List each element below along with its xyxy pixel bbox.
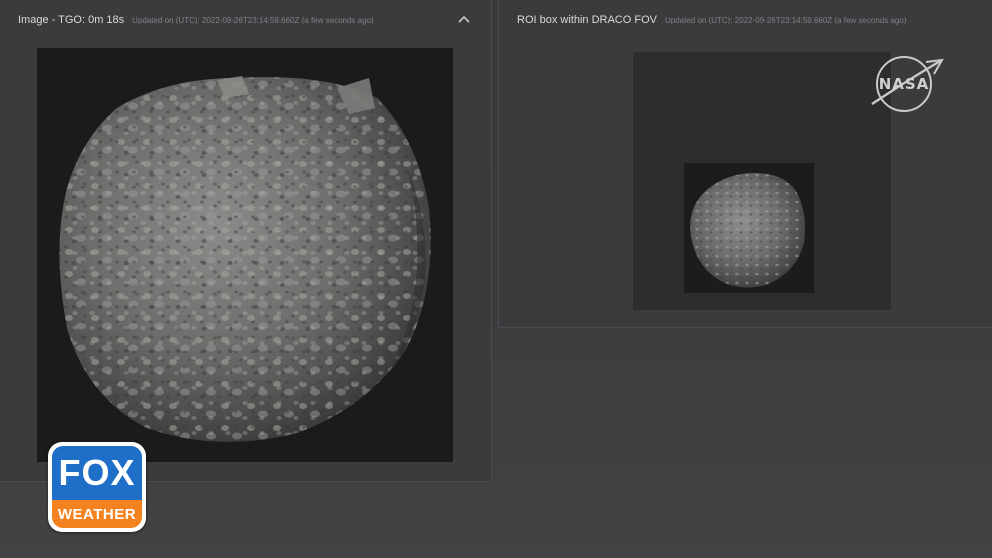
roi-asteroid-graphic	[690, 173, 805, 288]
roi-panel-updated: Updated on (UTC): 2022-09-26T23:14:59.66…	[664, 15, 907, 25]
nasa-logo-text: NASA	[879, 75, 930, 93]
nasa-logo-icon: NASA	[871, 56, 944, 112]
fox-logo-bottom: WEATHER	[52, 500, 142, 528]
image-panel-header: Image - TGO: 0m 18s Updated on (UTC): 20…	[0, 0, 491, 40]
collapse-button[interactable]	[455, 10, 473, 28]
roi-box	[684, 163, 814, 293]
nasa-logo: NASA	[868, 52, 946, 114]
fox-logo-top: FOX	[52, 446, 142, 500]
image-panel-title: Image - TGO: 0m 18s	[18, 14, 125, 26]
mission-dashboard: Image - TGO: 0m 18s Updated on (UTC): 20…	[0, 0, 992, 558]
asteroid-image-graphic	[59, 76, 431, 442]
image-panel-updated: Updated on (UTC): 2022-09-26T23:14:59.66…	[132, 15, 374, 25]
roi-panel-title: ROI box within DRACO FOV	[517, 14, 657, 26]
fox-weather-logo: FOX WEATHER	[48, 442, 146, 532]
roi-panel-header: ROI box within DRACO FOV Updated on (UTC…	[499, 0, 992, 40]
asteroid-image	[37, 48, 453, 462]
chevron-up-icon	[458, 15, 470, 23]
